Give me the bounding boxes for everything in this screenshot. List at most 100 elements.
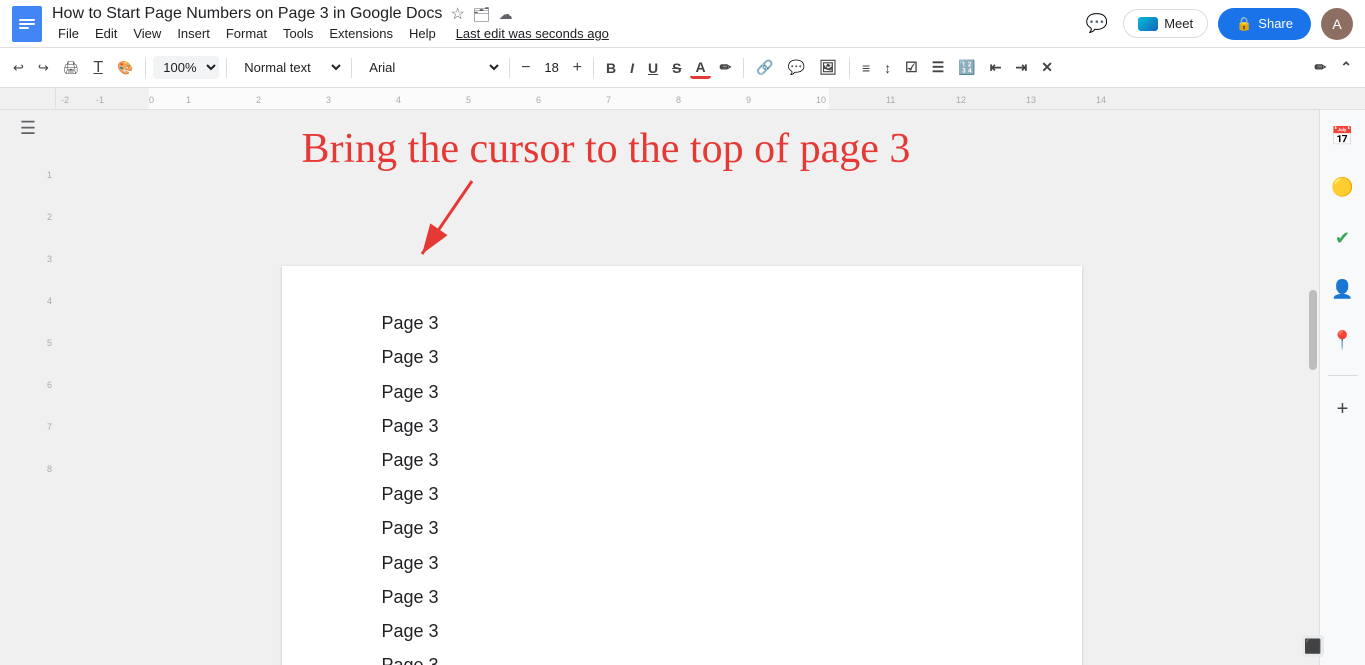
drive-icon[interactable]: 🗂 (473, 6, 491, 23)
vertical-ruler-numbers: 1 2 3 4 5 6 7 8 (0, 170, 56, 474)
highlight-button[interactable]: ✏ (715, 56, 737, 79)
text-color-button[interactable]: A (690, 56, 710, 79)
contacts-icon[interactable]: 👤 (1325, 273, 1359, 306)
ruler-left-spacer (0, 88, 56, 109)
link-button[interactable]: 🔗 (751, 56, 778, 79)
separator-7 (849, 58, 850, 78)
font-size-control: − + (517, 57, 586, 79)
tasks-icon[interactable]: ✔ (1329, 222, 1356, 255)
annotation-area: Bring the cursor to the top of page 3 (282, 110, 1082, 176)
image-button[interactable]: 🖼 (814, 56, 842, 79)
print-button[interactable]: 🖨 (58, 56, 85, 80)
svg-text:3: 3 (326, 95, 331, 105)
comment-history-button[interactable]: 💬 (1081, 9, 1113, 38)
page-line: Page 3 (382, 546, 982, 580)
redo-button[interactable]: ↪ (33, 56, 54, 80)
calendar-icon[interactable]: 📅 (1325, 120, 1359, 153)
page-line: Page 3 (382, 580, 982, 614)
page-line: Page 3 (382, 648, 982, 665)
numbered-list-button[interactable]: 🔢 (953, 56, 980, 79)
svg-text:7: 7 (606, 95, 611, 105)
menu-insert[interactable]: Insert (171, 24, 216, 43)
menu-extensions[interactable]: Extensions (323, 24, 399, 43)
zoom-select[interactable]: 100% 75% 125% 150% (153, 56, 219, 79)
toolbar: ↩ ↪ 🖨 T̲ 🎨 100% 75% 125% 150% Normal tex… (0, 48, 1365, 88)
svg-text:-1: -1 (96, 95, 104, 105)
strikethrough-button[interactable]: S (667, 57, 686, 79)
separator-4 (509, 58, 510, 78)
doc-icon (12, 6, 42, 42)
page-line: Page 3 (382, 477, 982, 511)
editing-mode-button[interactable]: ✏ (1310, 56, 1332, 79)
main-area: ☰ 1 2 3 4 5 6 7 8 Bring the cursor to th… (0, 110, 1365, 665)
svg-text:8: 8 (676, 95, 681, 105)
spell-check-button[interactable]: T̲ (88, 55, 108, 81)
menu-tools[interactable]: Tools (277, 24, 319, 43)
lock-icon: 🔒 (1236, 16, 1252, 32)
scrollbar-track: ⬛ (1307, 110, 1319, 665)
meet-button[interactable]: Meet (1123, 9, 1208, 38)
svg-text:12: 12 (956, 95, 966, 105)
left-panel: ☰ 1 2 3 4 5 6 7 8 (0, 110, 56, 665)
expand-button[interactable]: ⌃ (1335, 56, 1357, 79)
cloud-icon[interactable]: ☁ (499, 6, 513, 23)
horizontal-ruler: -2 -1 0 1 2 3 4 5 6 7 8 9 10 11 12 13 14 (56, 88, 1365, 109)
doc-area[interactable]: Bring the cursor to the top of page 3 Pa… (56, 110, 1307, 665)
font-size-input[interactable] (537, 58, 567, 77)
svg-text:13: 13 (1026, 95, 1036, 105)
decrease-indent-button[interactable]: ⇤ (985, 56, 1007, 79)
meet-label: Meet (1164, 16, 1193, 31)
font-size-decrease-button[interactable]: − (517, 57, 534, 79)
page-content: Page 3Page 3Page 3Page 3Page 3Page 3Page… (382, 306, 982, 665)
separator-5 (593, 58, 594, 78)
menu-view[interactable]: View (127, 24, 167, 43)
menu-format[interactable]: Format (220, 24, 273, 43)
align-button[interactable]: ≡ (857, 57, 875, 79)
scrollbar-thumb[interactable] (1309, 290, 1317, 370)
menu-edit[interactable]: Edit (89, 24, 123, 43)
svg-text:11: 11 (886, 95, 895, 105)
bold-button[interactable]: B (601, 57, 621, 79)
font-size-increase-button[interactable]: + (569, 57, 586, 79)
clear-formatting-button[interactable]: ✕ (1036, 56, 1058, 79)
svg-text:6: 6 (536, 95, 541, 105)
page-line: Page 3 (382, 306, 982, 340)
notes-icon[interactable]: 🟡 (1325, 171, 1359, 204)
svg-text:0: 0 (149, 95, 154, 105)
title-bar: How to Start Page Numbers on Page 3 in G… (0, 0, 1365, 48)
star-icon[interactable]: ☆ (450, 4, 464, 24)
add-sidebar-button[interactable]: + (1333, 394, 1353, 425)
svg-text:10: 10 (816, 95, 826, 105)
paragraph-style-select[interactable]: Normal text Heading 1 Heading 2 Heading … (234, 56, 344, 79)
separator-2 (226, 58, 227, 78)
checklist-button[interactable]: ☑ (900, 56, 923, 79)
increase-indent-button[interactable]: ⇥ (1010, 56, 1032, 79)
svg-text:9: 9 (746, 95, 751, 105)
italic-button[interactable]: I (625, 57, 639, 79)
maps-icon[interactable]: 📍 (1325, 324, 1359, 357)
share-label: Share (1258, 16, 1293, 31)
svg-text:2: 2 (256, 95, 261, 105)
share-button[interactable]: 🔒 Share (1218, 8, 1311, 40)
paint-format-button[interactable]: 🎨 (112, 56, 138, 80)
page-list-icon[interactable]: ☰ (20, 118, 36, 139)
font-select[interactable]: Arial Times New Roman Courier New Georgi… (359, 56, 502, 79)
svg-text:1: 1 (186, 95, 191, 105)
underline-button[interactable]: U (643, 57, 663, 79)
undo-button[interactable]: ↩ (8, 56, 29, 80)
page-3[interactable]: Page 3Page 3Page 3Page 3Page 3Page 3Page… (282, 266, 1082, 665)
menu-help[interactable]: Help (403, 24, 442, 43)
svg-text:14: 14 (1096, 95, 1106, 105)
header-right: 💬 Meet 🔒 Share A (1081, 8, 1353, 40)
scrollbar-bottom-button[interactable]: ⬛ (1302, 635, 1324, 657)
page-line: Page 3 (382, 409, 982, 443)
menu-file[interactable]: File (52, 24, 85, 43)
separator-6 (743, 58, 744, 78)
avatar[interactable]: A (1321, 8, 1353, 40)
ruler-area: -2 -1 0 1 2 3 4 5 6 7 8 9 10 11 12 13 14 (0, 88, 1365, 110)
bullet-list-button[interactable]: ☰ (927, 56, 950, 79)
line-spacing-button[interactable]: ↕ (879, 57, 896, 79)
arrow-area (282, 176, 1082, 266)
comment-button[interactable]: 💬 (783, 56, 810, 79)
svg-text:4: 4 (396, 95, 401, 105)
